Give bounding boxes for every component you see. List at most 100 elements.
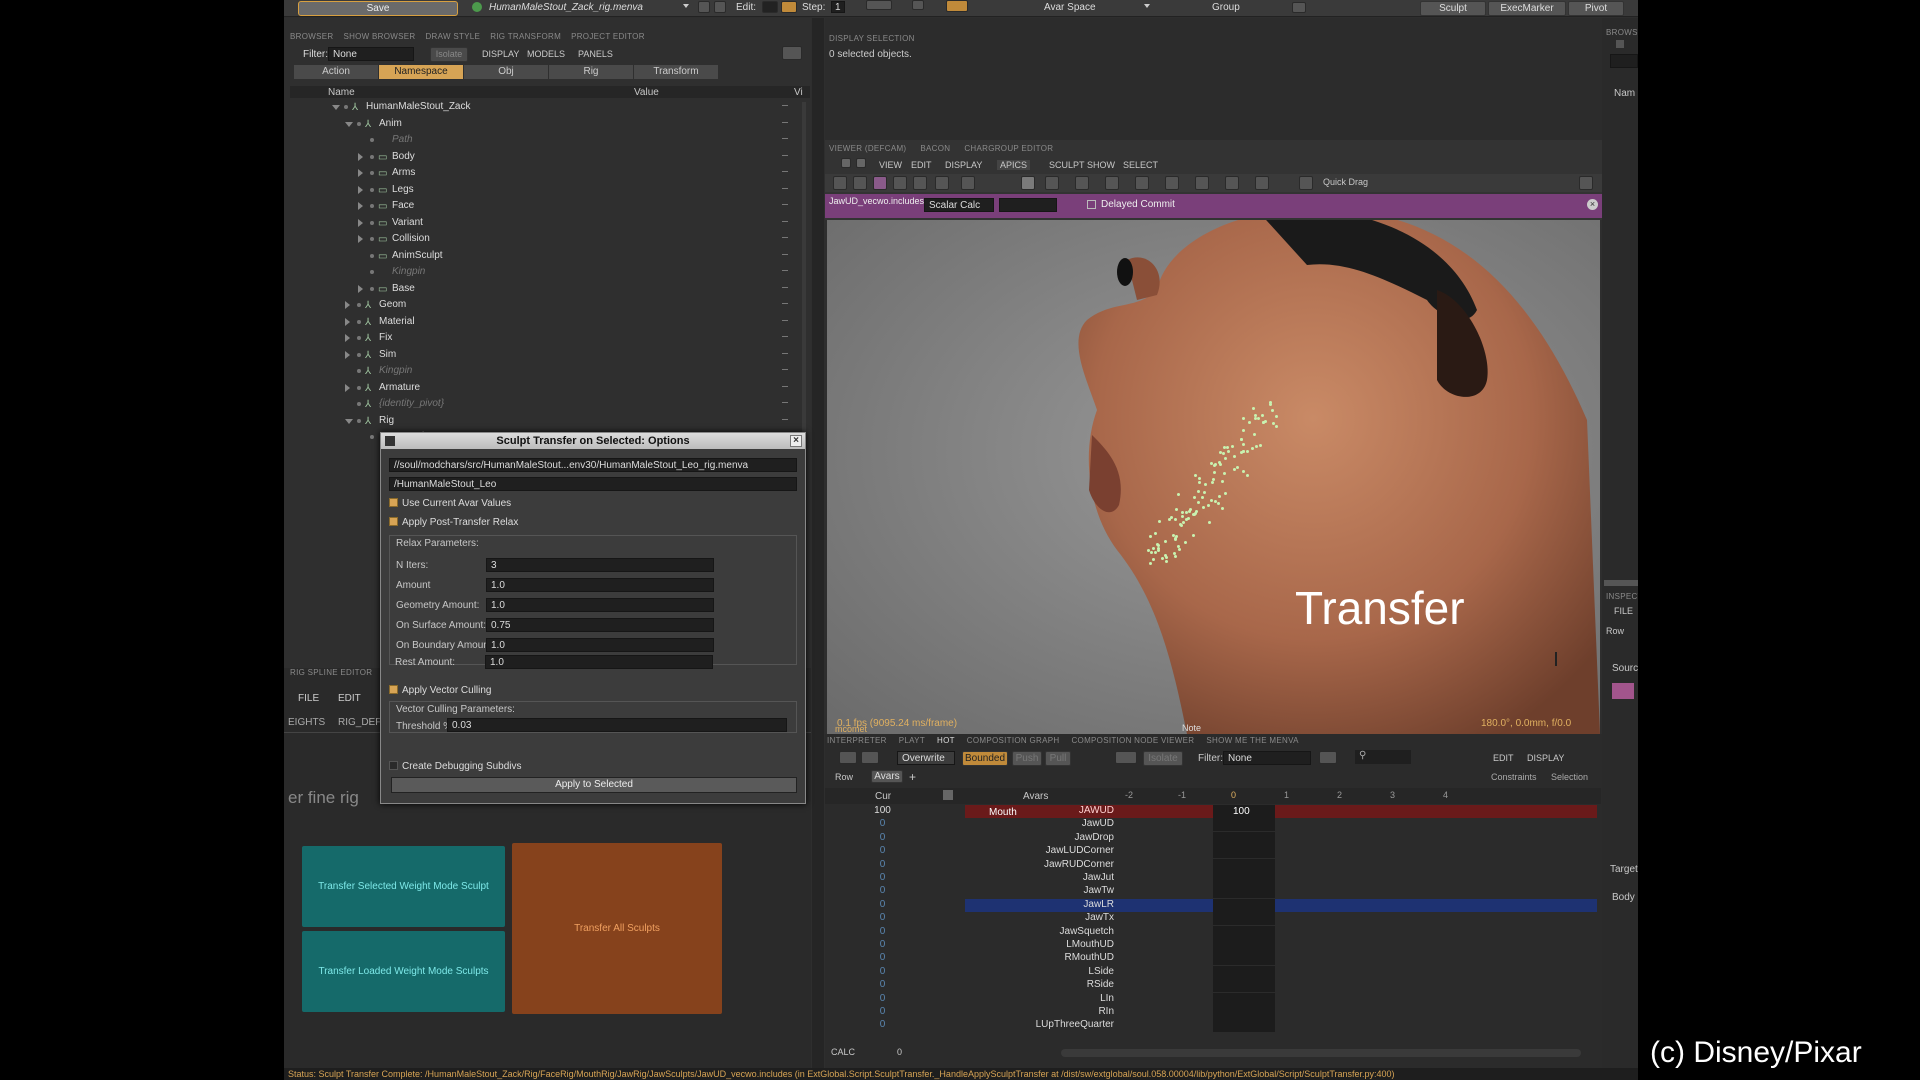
chevron-right-icon[interactable] <box>345 350 350 359</box>
avar-current-value[interactable]: 0 <box>825 979 940 990</box>
smooth-icon[interactable] <box>913 176 927 190</box>
tree-row[interactable]: ▭ Face <box>290 198 810 215</box>
avar-name[interactable]: LSide <box>965 966 1120 977</box>
chevron-right-icon[interactable] <box>358 235 363 243</box>
apply-culling-row[interactable]: Apply Vector Culling <box>389 685 492 696</box>
pivot-button[interactable]: Pivot <box>1568 1 1624 16</box>
magnet-icon[interactable] <box>1075 176 1089 190</box>
chevron-right-icon[interactable] <box>345 301 350 309</box>
tab-hot[interactable]: HOT <box>937 736 955 745</box>
view-menu[interactable]: VIEW <box>879 160 902 170</box>
visibility-dot-icon[interactable] <box>344 105 348 109</box>
avar-current-value[interactable]: 0 <box>825 872 940 883</box>
tree-row[interactable]: ⅄ Fix <box>290 330 810 347</box>
delayed-commit-checkbox[interactable] <box>1087 200 1096 209</box>
tree-row[interactable]: ⅄ Rig <box>290 413 810 430</box>
tab-chargroup-editor[interactable]: CHARGROUP EDITOR <box>964 144 1053 153</box>
use-current-checkbox[interactable] <box>389 498 398 507</box>
chevron-down-icon[interactable] <box>683 4 689 8</box>
avar-row[interactable]: 0 JawUD <box>825 818 1601 832</box>
isolate-graph-button[interactable]: Isolate <box>1143 751 1183 766</box>
chevron-down-icon[interactable] <box>345 121 353 127</box>
avar-row[interactable]: 0 JawTx <box>825 912 1601 926</box>
stamp-icon[interactable] <box>1195 176 1209 190</box>
file-name[interactable]: HumanMaleStout_Zack_rig.menva <box>489 2 643 13</box>
avar-name[interactable]: JawLR <box>965 899 1120 910</box>
camera-tool-icon[interactable] <box>935 176 949 190</box>
chevron-right-icon[interactable] <box>345 334 350 342</box>
fullscreen-icon[interactable] <box>1579 176 1593 190</box>
tab-composition-node-viewer[interactable]: COMPOSITION NODE VIEWER <box>1071 736 1194 745</box>
lasso-icon[interactable] <box>1021 176 1035 190</box>
avar-row[interactable]: 0 LUpThreeQuarter <box>825 1019 1601 1033</box>
tab-selection[interactable]: Selection <box>1551 772 1588 782</box>
right-toggle-icon[interactable] <box>1616 40 1624 48</box>
filter-select[interactable]: None <box>328 47 414 61</box>
tab-draw-style[interactable]: DRAW STYLE <box>425 32 480 44</box>
visibility-dot-icon[interactable] <box>357 336 361 340</box>
tab-namespace[interactable]: Namespace <box>379 65 463 79</box>
grid-icon[interactable] <box>961 176 975 190</box>
visibility-dot-icon[interactable] <box>357 303 361 307</box>
visibility-dot-icon[interactable] <box>357 319 361 324</box>
rest-amount-field[interactable]: 1.0 <box>485 655 713 669</box>
bounded-button[interactable]: Bounded <box>962 751 1008 766</box>
tab-composition-graph[interactable]: COMPOSITION GRAPH <box>967 736 1060 745</box>
frame-icon[interactable] <box>912 0 924 10</box>
timeline-scrollbar[interactable] <box>1061 1049 1581 1057</box>
avar-current-value[interactable]: 0 <box>825 899 940 910</box>
quick-drag-label[interactable]: Quick Drag <box>1323 177 1368 187</box>
tab-interpreter[interactable]: INTERPRETER <box>827 736 887 745</box>
tree-row[interactable]: ▭ Collision <box>290 231 810 248</box>
avar-row[interactable]: 0 LSide <box>825 965 1601 979</box>
on-surface-amount-field[interactable]: 0.75 <box>486 618 714 632</box>
timeline-ruler[interactable]: -2 -1 0 1 2 3 4 <box>1111 788 1601 804</box>
camera-icon[interactable] <box>714 1 726 13</box>
edit-menu[interactable]: EDIT <box>338 693 361 704</box>
pull-button[interactable]: Pull <box>1045 751 1071 766</box>
right-scrollbar[interactable] <box>1604 580 1638 586</box>
avar-current-value[interactable]: 0 <box>825 832 940 843</box>
search-icon[interactable] <box>782 46 802 60</box>
display-menu[interactable]: DISPLAY <box>482 49 519 59</box>
avar-name[interactable]: JawSquetch <box>965 926 1120 937</box>
tree-row[interactable]: ⅄ {identity_pivot} <box>290 396 810 413</box>
n-iters-field[interactable]: 3 <box>486 558 714 572</box>
sphere-icon[interactable] <box>1135 176 1149 190</box>
visibility-dot-icon[interactable] <box>357 418 361 423</box>
avar-name[interactable]: LUpThreeQuarter <box>965 1019 1120 1030</box>
tree-row[interactable]: ▭ Legs <box>290 182 810 199</box>
key-icon[interactable] <box>946 0 968 12</box>
scalar-calc-select[interactable]: Scalar Calc <box>924 198 994 212</box>
push-button[interactable]: Push <box>1012 751 1042 766</box>
on-boundary-amount-field[interactable]: 1.0 <box>486 638 714 652</box>
apics-menu[interactable]: APICS <box>997 160 1031 170</box>
chevron-right-icon[interactable] <box>345 383 350 392</box>
sculpt-tool-icon[interactable] <box>873 176 887 190</box>
visibility-dot-icon[interactable] <box>370 220 374 225</box>
avar-current-value[interactable]: 100 <box>825 805 940 816</box>
tab-viewer-defcam[interactable]: VIEWER (DEFCAM) <box>829 144 906 153</box>
avar-row[interactable]: 0 JawDrop <box>825 831 1601 845</box>
select-tool-icon[interactable] <box>833 176 847 190</box>
right-filter-field[interactable] <box>1610 54 1638 68</box>
models-menu[interactable]: MODELS <box>527 49 565 59</box>
avar-current-value[interactable]: 0 <box>825 1006 940 1017</box>
avar-current-value[interactable]: 0 <box>825 859 940 870</box>
tab-rig-transform[interactable]: RIG TRANSFORM <box>490 32 561 44</box>
avar-row[interactable]: 100 JAWUD <box>825 805 1601 818</box>
visibility-dot-icon[interactable] <box>370 171 374 175</box>
3d-viewport[interactable]: Transfer 0.1 fps (9095.24 ms/frame) mcom… <box>827 220 1600 734</box>
scalar-value-field[interactable] <box>999 198 1057 212</box>
avar-name[interactable]: RIn <box>965 1006 1120 1017</box>
lock-icon[interactable] <box>943 790 953 800</box>
visibility-dot-icon[interactable] <box>357 385 361 390</box>
avar-current-value[interactable]: 0 <box>825 818 940 829</box>
threshold-field[interactable]: 0.03 <box>447 718 787 732</box>
chevron-right-icon[interactable] <box>358 218 363 227</box>
tree-row[interactable]: ▭ Variant <box>290 215 810 232</box>
apply-relax-checkbox[interactable] <box>389 517 398 526</box>
avar-current-value[interactable]: 0 <box>825 912 940 923</box>
col-name[interactable]: Name <box>328 87 355 98</box>
avar-space-select[interactable]: Avar Space <box>1044 2 1096 13</box>
